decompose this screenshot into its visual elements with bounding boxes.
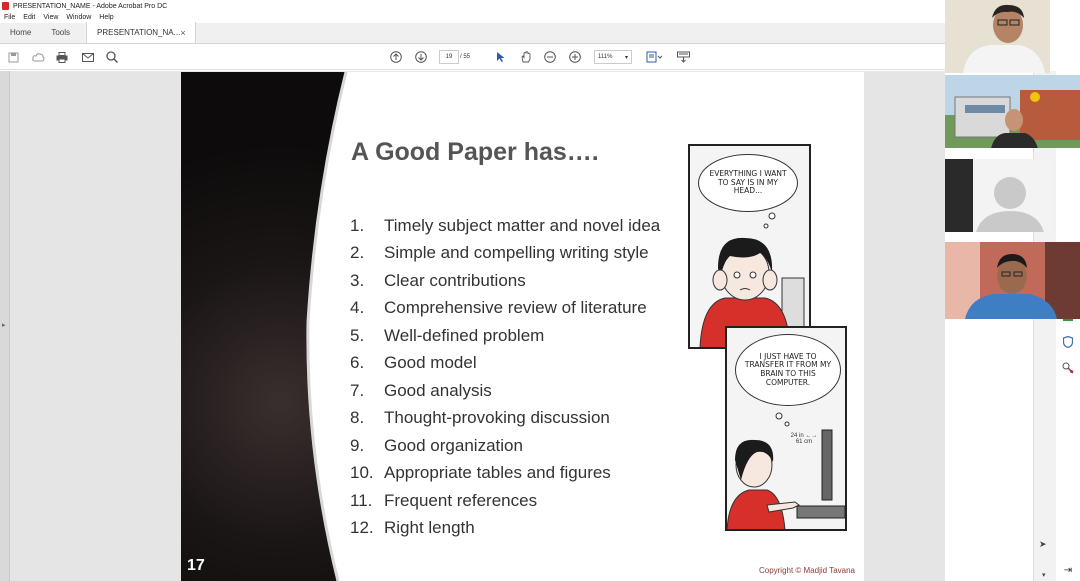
list-text: Comprehensive review of literature — [384, 298, 647, 318]
print-icon[interactable] — [55, 50, 69, 64]
copyright-text: Copyright © Madjid Tavana — [758, 566, 855, 575]
video-tile-1[interactable] — [945, 0, 1050, 73]
comic-speech-bubble-1: EVERYTHING I WANT TO SAY IS IN MY HEAD..… — [698, 154, 798, 212]
previous-page-icon[interactable] — [389, 50, 403, 64]
list-item: 10. Appropriate tables and figures — [350, 460, 660, 488]
next-page-icon[interactable] — [414, 50, 428, 64]
window-title: PRESENTATION_NAME - Adobe Acrobat Pro DC — [13, 2, 168, 10]
list-text: Simple and compelling writing style — [384, 243, 649, 263]
list-item: 12. Right length — [350, 515, 660, 543]
hand-tool-icon[interactable] — [519, 50, 533, 64]
tab-bar: Home Tools PRESENTATION_NA... × — [0, 22, 945, 44]
list-number: 6. — [350, 353, 365, 373]
list-item: 9. Good organization — [350, 432, 660, 460]
list-item: 7. Good analysis — [350, 377, 660, 405]
list-number: 11. — [350, 490, 373, 510]
list-number: 5. — [350, 325, 365, 345]
menu-view[interactable]: View — [43, 14, 58, 21]
criteria-list: 1. Timely subject matter and novel idea 2… — [350, 212, 660, 542]
comic-panel-2: I JUST HAVE TO TRANSFER IT FROM MY BRAIN… — [725, 326, 847, 531]
list-text: Good analysis — [384, 380, 492, 400]
list-item: 4. Comprehensive review of literature — [350, 295, 660, 323]
list-number: 10. — [350, 463, 374, 483]
page-total: / 55 — [460, 54, 471, 60]
comic-panel-1: EVERYTHING I WANT TO SAY IS IN MY HEAD..… — [688, 144, 811, 349]
list-text: Appropriate tables and figures — [384, 463, 611, 483]
list-text: Frequent references — [384, 490, 538, 510]
menu-edit[interactable]: Edit — [23, 14, 35, 21]
list-number: 9. — [350, 435, 365, 455]
list-text: Good organization — [384, 435, 523, 455]
list-text: Thought-provoking discussion — [384, 408, 610, 428]
menu-window[interactable]: Window — [66, 14, 91, 21]
zoom-value: 111% — [598, 54, 613, 60]
video-tile-3[interactable] — [945, 159, 1050, 232]
page-number-input[interactable]: 19 — [439, 50, 459, 64]
window-titlebar: PRESENTATION_NAME - Adobe Acrobat Pro DC — [0, 0, 945, 12]
tools-side-panel: ⇥ — [1056, 305, 1080, 581]
mouse-cursor-icon: ➤ — [1039, 539, 1047, 549]
list-text: Timely subject matter and novel idea — [384, 215, 661, 235]
list-text: Right length — [384, 518, 475, 538]
video-tile-2[interactable] — [945, 75, 1080, 148]
zoom-select[interactable]: 111% ▾ — [594, 50, 632, 64]
keyboard-icon[interactable] — [676, 50, 690, 64]
list-text: Well-defined problem — [384, 325, 545, 345]
shield-icon[interactable] — [1061, 335, 1075, 349]
tab-document[interactable]: PRESENTATION_NA... × — [86, 22, 197, 43]
list-number: 1. — [350, 215, 365, 235]
cloud-upload-icon[interactable] — [31, 50, 45, 64]
list-number: 4. — [350, 298, 365, 318]
list-item: 3. Clear contributions — [350, 267, 660, 295]
participant-video-1 — [945, 0, 1050, 73]
comic-character-typing — [727, 412, 845, 529]
menu-file[interactable]: File — [4, 14, 15, 21]
zoom-out-icon[interactable] — [543, 50, 557, 64]
email-icon[interactable] — [81, 50, 95, 64]
list-item: 5. Well-defined problem — [350, 322, 660, 350]
tab-tools[interactable]: Tools — [41, 22, 80, 43]
slide-title: A Good Paper has…. — [351, 138, 599, 166]
list-item: 1. Timely subject matter and novel idea — [350, 212, 660, 240]
list-item: 11. Frequent references — [350, 487, 660, 515]
list-number: 3. — [350, 270, 365, 290]
chevron-down-icon[interactable]: ▾ — [1042, 571, 1046, 579]
acrobat-icon — [2, 2, 9, 10]
toolbar: 19 / 55 111% ▾ — [0, 44, 945, 70]
avatar-placeholder — [945, 159, 1050, 232]
list-number: 7. — [350, 380, 365, 400]
comic-speech-bubble-2: I JUST HAVE TO TRANSFER IT FROM MY BRAIN… — [735, 334, 841, 406]
list-item: 8. Thought-provoking discussion — [350, 405, 660, 433]
left-panel-toggle[interactable]: ▸ — [0, 71, 10, 581]
list-text: Good model — [384, 353, 477, 373]
save-icon[interactable] — [6, 50, 20, 64]
list-text: Clear contributions — [384, 270, 526, 290]
participant-video-4 — [945, 242, 1080, 319]
tab-home[interactable]: Home — [0, 22, 41, 43]
search-icon[interactable] — [105, 50, 119, 64]
chevron-down-icon: ▾ — [624, 54, 628, 61]
slide-number: 17 — [187, 557, 205, 574]
wrench-icon[interactable] — [1061, 361, 1075, 375]
tab-document-label: PRESENTATION_NA... — [97, 28, 181, 37]
page-fit-icon[interactable] — [645, 50, 663, 64]
list-number: 8. — [350, 408, 365, 428]
chevron-right-icon: ▸ — [2, 322, 6, 329]
list-item: 6. Good model — [350, 350, 660, 378]
list-number: 12. — [350, 518, 374, 538]
expand-panel-icon[interactable]: ⇥ — [1061, 563, 1075, 577]
close-icon[interactable]: × — [180, 28, 185, 38]
select-cursor-icon[interactable] — [494, 50, 508, 64]
video-tile-4[interactable] — [945, 242, 1080, 319]
menu-help[interactable]: Help — [99, 14, 113, 21]
zoom-in-icon[interactable] — [568, 50, 582, 64]
list-item: 2. Simple and compelling writing style — [350, 240, 660, 268]
participant-video-2 — [945, 75, 1080, 148]
list-number: 2. — [350, 243, 365, 263]
slide-page: 17 A Good Paper has…. 1. Timely subject m… — [181, 72, 864, 581]
